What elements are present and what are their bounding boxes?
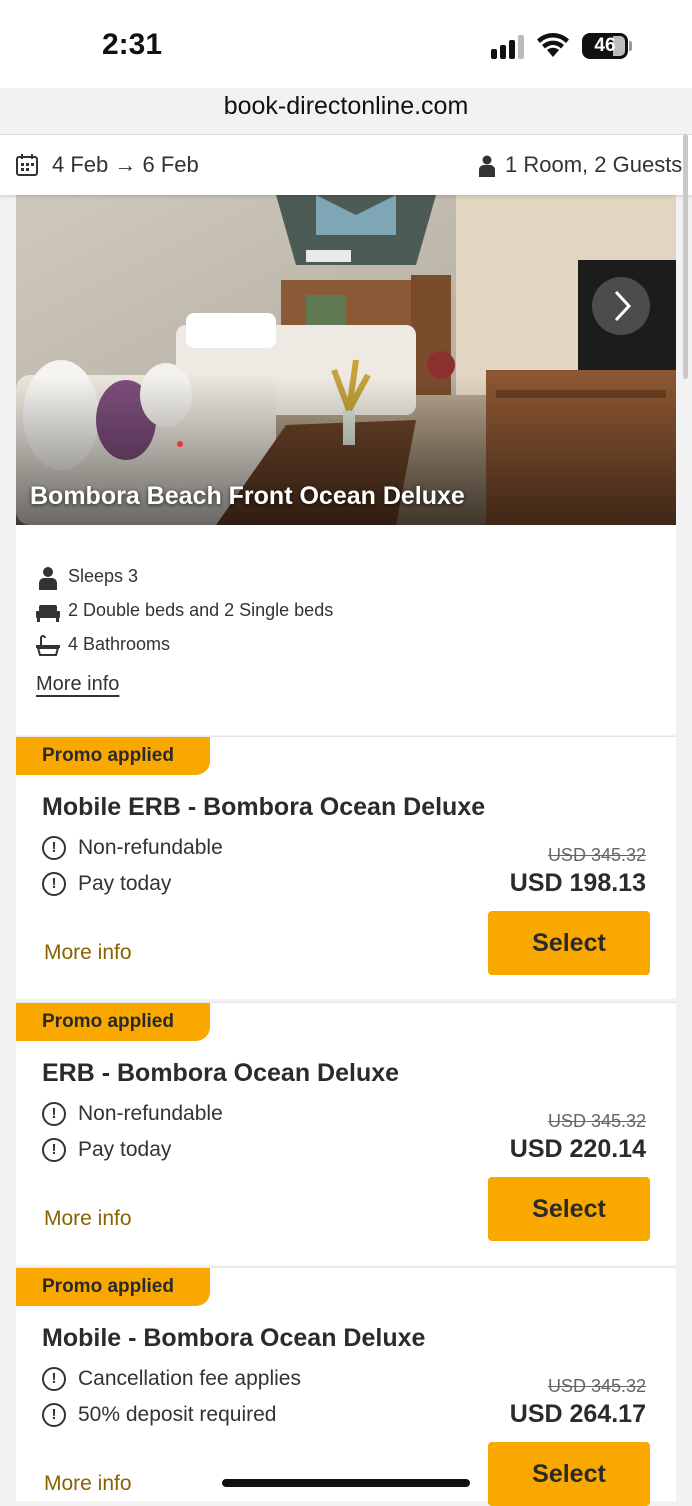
battery-cap <box>629 41 632 51</box>
original-price: USD 345.32 <box>547 1111 646 1131</box>
promo-badge: Promo applied <box>16 1003 210 1041</box>
rooms-guests[interactable]: 1 Room, 2 Guests <box>505 152 682 178</box>
booking-summary-bar[interactable]: 4 Feb → 6 Feb 1 Room, 2 Guests <box>0 134 692 195</box>
rate-title: Mobile ERB - Bombora Ocean Deluxe <box>42 793 486 821</box>
status-time: 2:31 <box>102 28 163 61</box>
home-indicator[interactable] <box>222 1479 470 1487</box>
battery-level: 46 <box>594 35 616 56</box>
person-icon <box>39 567 57 590</box>
promo-badge: Promo applied <box>16 1268 210 1306</box>
bed-icon <box>36 605 60 622</box>
room-photo <box>16 195 676 525</box>
exclamation-circle-icon: ! <box>42 872 66 896</box>
exclamation-circle-icon: ! <box>42 1403 66 1427</box>
original-price: USD 345.32 <box>547 1376 646 1396</box>
rate-title: Mobile - Bombora Ocean Deluxe <box>42 1324 426 1352</box>
calendar-icon <box>16 154 38 176</box>
chevron-right-icon <box>614 290 632 322</box>
stay-dates[interactable]: 4 Feb → 6 Feb <box>52 152 199 178</box>
room-more-info-link[interactable]: More info <box>36 673 119 696</box>
rate-more-info-link[interactable]: More info <box>44 941 132 965</box>
battery-icon: 46 <box>582 33 628 59</box>
exclamation-circle-icon: ! <box>42 1367 66 1391</box>
rate-card: Promo applied Mobile ERB - Bombora Ocean… <box>16 736 676 999</box>
scrollbar[interactable] <box>683 134 688 379</box>
rate-price: USD 264.17 <box>509 1400 646 1428</box>
person-icon <box>479 155 495 177</box>
exclamation-circle-icon: ! <box>42 1138 66 1162</box>
select-button[interactable]: Select <box>488 1442 650 1506</box>
rate-more-info-link[interactable]: More info <box>44 1472 132 1496</box>
room-name: Bombora Beach Front Ocean Deluxe <box>30 482 465 510</box>
rate-price: USD 198.13 <box>509 869 646 897</box>
bathtub-icon <box>36 635 60 656</box>
status-bar: 2:31 46 book-directonline.com <box>0 0 692 120</box>
rate-more-info-link[interactable]: More info <box>44 1207 132 1231</box>
carousel-next-button[interactable] <box>592 277 650 335</box>
cellular-signal-icon <box>491 35 524 59</box>
select-button[interactable]: Select <box>488 1177 650 1241</box>
room-features-card: Sleeps 3 2 Double beds and 2 Single beds… <box>16 525 676 735</box>
room-photo-carousel[interactable]: Bombora Beach Front Ocean Deluxe <box>16 195 676 525</box>
exclamation-circle-icon: ! <box>42 1102 66 1126</box>
original-price: USD 345.32 <box>547 845 646 865</box>
select-button[interactable]: Select <box>488 911 650 975</box>
rate-title: ERB - Bombora Ocean Deluxe <box>42 1059 400 1087</box>
rate-card: Promo applied ERB - Bombora Ocean Deluxe… <box>16 1002 676 1265</box>
exclamation-circle-icon: ! <box>42 836 66 860</box>
rate-price: USD 220.14 <box>509 1135 646 1163</box>
carousel-dot-indicator[interactable] <box>177 441 183 447</box>
promo-badge: Promo applied <box>16 737 210 775</box>
wifi-icon <box>537 33 569 57</box>
address-bar-url[interactable]: book-directonline.com <box>0 92 692 121</box>
rate-card: Promo applied Mobile - Bombora Ocean Del… <box>16 1267 676 1506</box>
